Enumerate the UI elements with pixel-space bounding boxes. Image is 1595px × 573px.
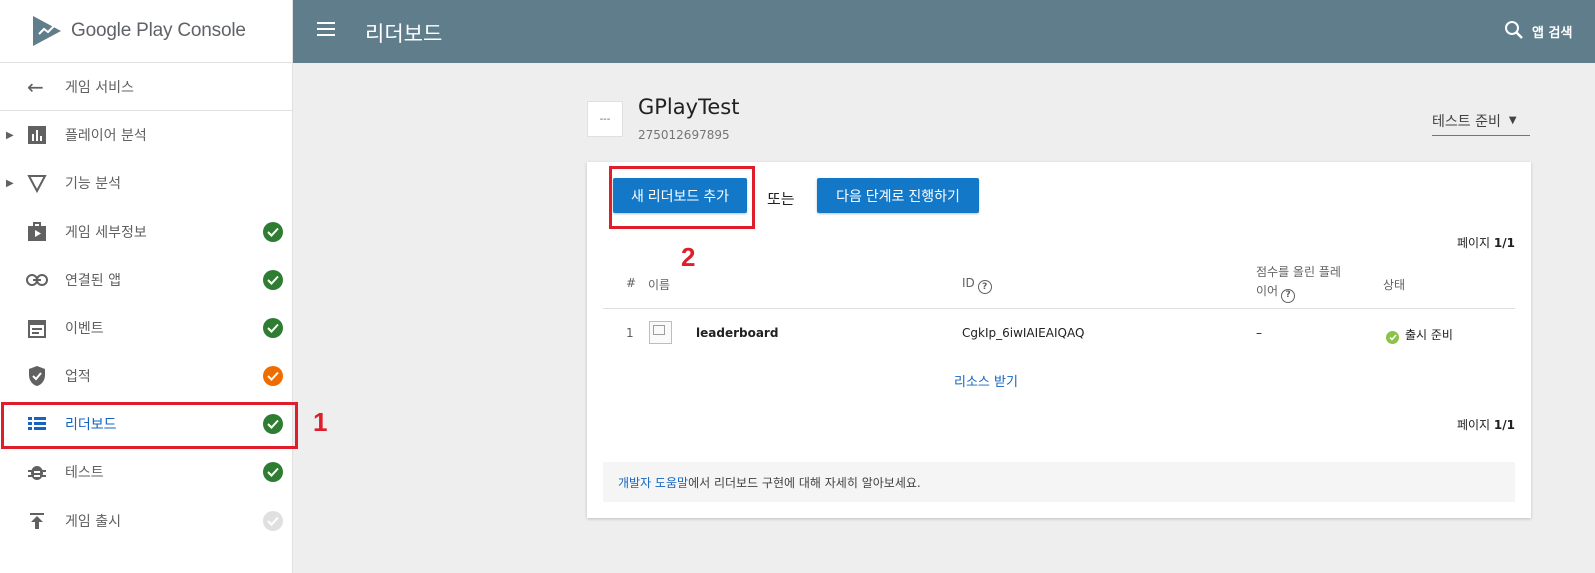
sidebar-item-game-details[interactable]: 게임 세부정보 xyxy=(0,208,293,256)
column-header-score-players: 점수를 올린 플레 이어? xyxy=(1256,263,1341,303)
help-text: 에서 리더보드 구현에 대해 자세히 알아보세요. xyxy=(688,475,921,490)
publish-status-dropdown[interactable]: 테스트 준비 ▼ xyxy=(1432,106,1530,136)
top-app-bar: 리더보드 앱 검색 xyxy=(293,0,1595,63)
sidebar-item-events[interactable]: 이벤트 xyxy=(0,304,293,352)
publish-icon xyxy=(26,510,48,532)
sidebar-item-label: 업적 xyxy=(65,369,91,385)
sidebar-item-label: 게임 출시 xyxy=(65,514,121,530)
next-step-button[interactable]: 다음 단계로 진행하기 xyxy=(817,178,979,213)
expand-caret-icon[interactable]: ▶ xyxy=(6,130,14,141)
sidebar-item-label: 플레이어 분석 xyxy=(65,128,147,144)
triangle-filter-icon xyxy=(26,172,48,194)
back-label: 게임 서비스 xyxy=(65,79,134,96)
sidebar-item-linked-apps[interactable]: 연결된 앱 xyxy=(0,256,293,304)
column-header-num: # xyxy=(626,276,637,290)
column-header-id: ID? xyxy=(962,276,992,294)
calendar-icon xyxy=(26,317,48,339)
callout-highlight-leaderboards xyxy=(1,402,298,449)
status-dropdown-value: 테스트 준비 xyxy=(1432,113,1501,130)
leaderboard-id: CgkIp_6iwIAIEAIQAQ xyxy=(962,326,1085,340)
table-header-divider xyxy=(603,308,1515,309)
pagination-bottom: 페이지 1/1 xyxy=(1456,418,1515,432)
callout-number-1: 1 xyxy=(313,407,328,437)
game-icon-thumbnail: --- xyxy=(587,101,623,137)
game-details-icon xyxy=(26,221,48,243)
sidebar-item-testing[interactable]: 테스트 xyxy=(0,448,293,496)
leaderboard-name[interactable]: leaderboard xyxy=(696,326,778,340)
bug-icon xyxy=(26,461,48,483)
get-resources-link[interactable]: 리소스 받기 xyxy=(954,371,1018,390)
callout-number-2: 2 xyxy=(681,242,696,272)
developer-help-link[interactable]: 개발자 도움말 xyxy=(618,474,688,491)
sidebar-item-label: 연결된 앱 xyxy=(65,273,121,289)
warning-check-icon xyxy=(263,366,283,386)
sidebar-item-player-analytics[interactable]: ▶ 플레이어 분석 xyxy=(0,111,293,159)
complete-check-icon xyxy=(263,270,283,290)
help-banner: 개발자 도움말 에서 리더보드 구현에 대해 자세히 알아보세요. xyxy=(603,462,1515,502)
help-question-icon[interactable]: ? xyxy=(1281,288,1296,303)
score-players-value: – xyxy=(1256,326,1262,340)
complete-check-icon xyxy=(263,222,283,242)
sidebar-item-publishing[interactable]: 게임 출시 xyxy=(0,497,293,545)
sidebar-item-label: 기능 분석 xyxy=(65,176,121,192)
leaderboard-status: 출시 준비 xyxy=(1386,326,1453,344)
callout-highlight-add-button xyxy=(609,166,755,229)
game-name: GPlayTest xyxy=(638,95,740,119)
or-text: 또는 xyxy=(767,190,795,208)
complete-check-icon xyxy=(263,462,283,482)
sidebar-item-feature-analytics[interactable]: ▶ 기능 분석 xyxy=(0,159,293,207)
hamburger-menu-icon[interactable] xyxy=(317,22,335,36)
expand-caret-icon[interactable]: ▶ xyxy=(6,178,14,189)
logo[interactable]: Google Play Console xyxy=(0,0,292,63)
page-title: 리더보드 xyxy=(365,22,443,46)
column-header-status: 상태 xyxy=(1383,278,1406,292)
game-id: 275012697895 xyxy=(638,128,730,142)
disabled-check-icon xyxy=(263,511,283,531)
search-app-input[interactable]: 앱 검색 xyxy=(1532,22,1572,41)
logo-text: Google Play Console xyxy=(71,20,246,41)
sidebar: Google Play Console ← 게임 서비스 ▶ 플레이어 분석 ▶… xyxy=(0,0,293,573)
shield-icon xyxy=(26,365,48,387)
complete-check-icon xyxy=(263,318,283,338)
bar-chart-icon xyxy=(26,124,48,146)
dropdown-arrow-icon: ▼ xyxy=(1508,115,1517,126)
ready-check-icon xyxy=(1386,331,1399,344)
sidebar-item-label: 이벤트 xyxy=(65,321,104,337)
link-icon xyxy=(26,269,48,291)
pagination-top: 페이지 1/1 xyxy=(1456,236,1515,250)
column-header-name: 이름 xyxy=(648,278,671,292)
leaderboard-image-icon xyxy=(649,321,672,344)
help-question-icon[interactable]: ? xyxy=(977,280,992,294)
row-number: 1 xyxy=(626,326,634,340)
back-to-game-services[interactable]: ← 게임 서비스 xyxy=(0,63,292,111)
search-icon[interactable] xyxy=(1504,20,1524,40)
sidebar-item-achievements[interactable]: 업적 xyxy=(0,352,293,400)
sidebar-item-label: 게임 세부정보 xyxy=(65,225,147,241)
back-arrow-icon: ← xyxy=(27,74,44,99)
sidebar-item-label: 테스트 xyxy=(65,465,104,481)
play-console-logo-icon xyxy=(33,16,61,46)
